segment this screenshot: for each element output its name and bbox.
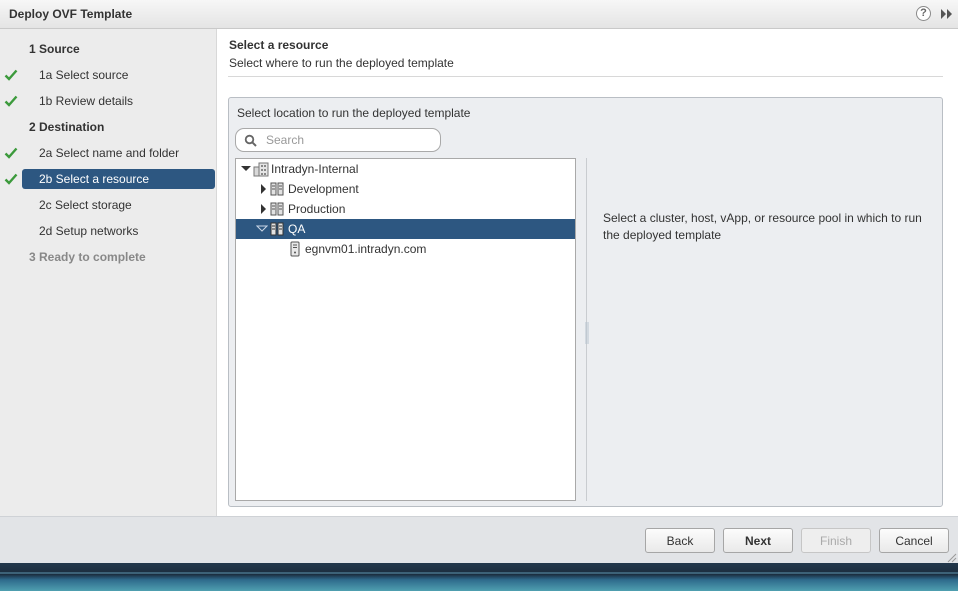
window-title: Deploy OVF Template	[9, 7, 133, 21]
tree-node-egnvm01[interactable]: egnvm01.intradyn.com	[236, 239, 575, 259]
header-divider	[228, 76, 943, 77]
tree-node-label: Production	[288, 202, 346, 216]
help-icon[interactable]: ?	[916, 6, 931, 21]
search-box[interactable]	[235, 128, 441, 152]
background-strip	[0, 563, 958, 591]
tree-node-development[interactable]: Development	[236, 179, 575, 199]
step-label: 2d Setup networks	[39, 224, 139, 238]
step-select-name-and-folder[interactable]: 2a Select name and folder	[22, 143, 215, 163]
step-ready-to-complete: 3 Ready to complete	[22, 247, 215, 267]
host-icon	[290, 241, 300, 257]
tree-node-label: egnvm01.intradyn.com	[305, 242, 427, 256]
finish-button: Finish	[801, 528, 871, 553]
step-destination: 2 Destination	[22, 117, 215, 137]
tree-node-intradyn-internal[interactable]: Intradyn-Internal	[236, 159, 575, 179]
tree-node-label: Development	[288, 182, 359, 196]
step-label: 2a Select name and folder	[39, 146, 180, 160]
tree-node-label: Intradyn-Internal	[271, 162, 359, 176]
page-subtitle: Select where to run the deployed templat…	[229, 56, 454, 70]
panel-label: Select location to run the deployed temp…	[237, 106, 471, 120]
search-icon	[244, 134, 257, 147]
next-button[interactable]: Next	[723, 528, 793, 553]
step-select-storage[interactable]: 2c Select storage	[22, 195, 215, 215]
main-content: Select a resource Select where to run th…	[217, 29, 958, 516]
resource-panel: Select location to run the deployed temp…	[228, 97, 943, 507]
step-label: 2 Destination	[29, 120, 105, 134]
resource-tree[interactable]: Intradyn-Internal Development Production…	[235, 158, 576, 501]
checkmark-icon	[4, 95, 18, 107]
page-title: Select a resource	[229, 38, 329, 52]
step-select-source[interactable]: 1a Select source	[22, 65, 215, 85]
step-label: 3 Ready to complete	[29, 250, 146, 264]
step-label: 1b Review details	[39, 94, 134, 108]
tree-node-production[interactable]: Production	[236, 199, 575, 219]
step-label: 2b Select a resource	[39, 172, 150, 186]
back-button[interactable]: Back	[645, 528, 715, 553]
checkmark-icon	[4, 69, 18, 81]
double-chevron-right-icon[interactable]	[938, 6, 954, 22]
step-label: 2c Select storage	[39, 198, 132, 212]
step-review-details[interactable]: 1b Review details	[22, 91, 215, 111]
step-label: 1 Source	[29, 42, 80, 56]
tree-node-label: QA	[288, 222, 306, 236]
wizard-steps-nav: 1 Source 1a Select source 1b Review deta…	[0, 29, 217, 516]
datacenter-icon	[253, 162, 269, 177]
wizard-footer: Back Next Finish Cancel	[0, 516, 958, 563]
triangle-down-icon[interactable]	[240, 159, 252, 179]
background-band	[0, 572, 958, 574]
cluster-icon	[270, 222, 284, 236]
tree-node-qa[interactable]: QA	[236, 219, 575, 239]
step-source: 1 Source	[22, 39, 215, 59]
checkmark-icon	[4, 173, 18, 185]
step-label: 1a Select source	[39, 68, 129, 82]
step-select-a-resource[interactable]: 2b Select a resource	[22, 169, 215, 189]
title-bar: Deploy OVF Template ?	[0, 0, 958, 29]
checkmark-icon	[4, 147, 18, 159]
step-setup-networks[interactable]: 2d Setup networks	[22, 221, 215, 241]
cluster-icon	[270, 202, 284, 216]
splitter-handle[interactable]	[585, 322, 589, 344]
resize-grip-icon[interactable]	[945, 551, 957, 563]
search-input[interactable]	[266, 132, 434, 148]
cancel-button[interactable]: Cancel	[879, 528, 949, 553]
triangle-down-icon[interactable]	[256, 219, 268, 239]
resource-description: Select a cluster, host, vApp, or resourc…	[603, 211, 922, 242]
cluster-icon	[270, 182, 284, 196]
